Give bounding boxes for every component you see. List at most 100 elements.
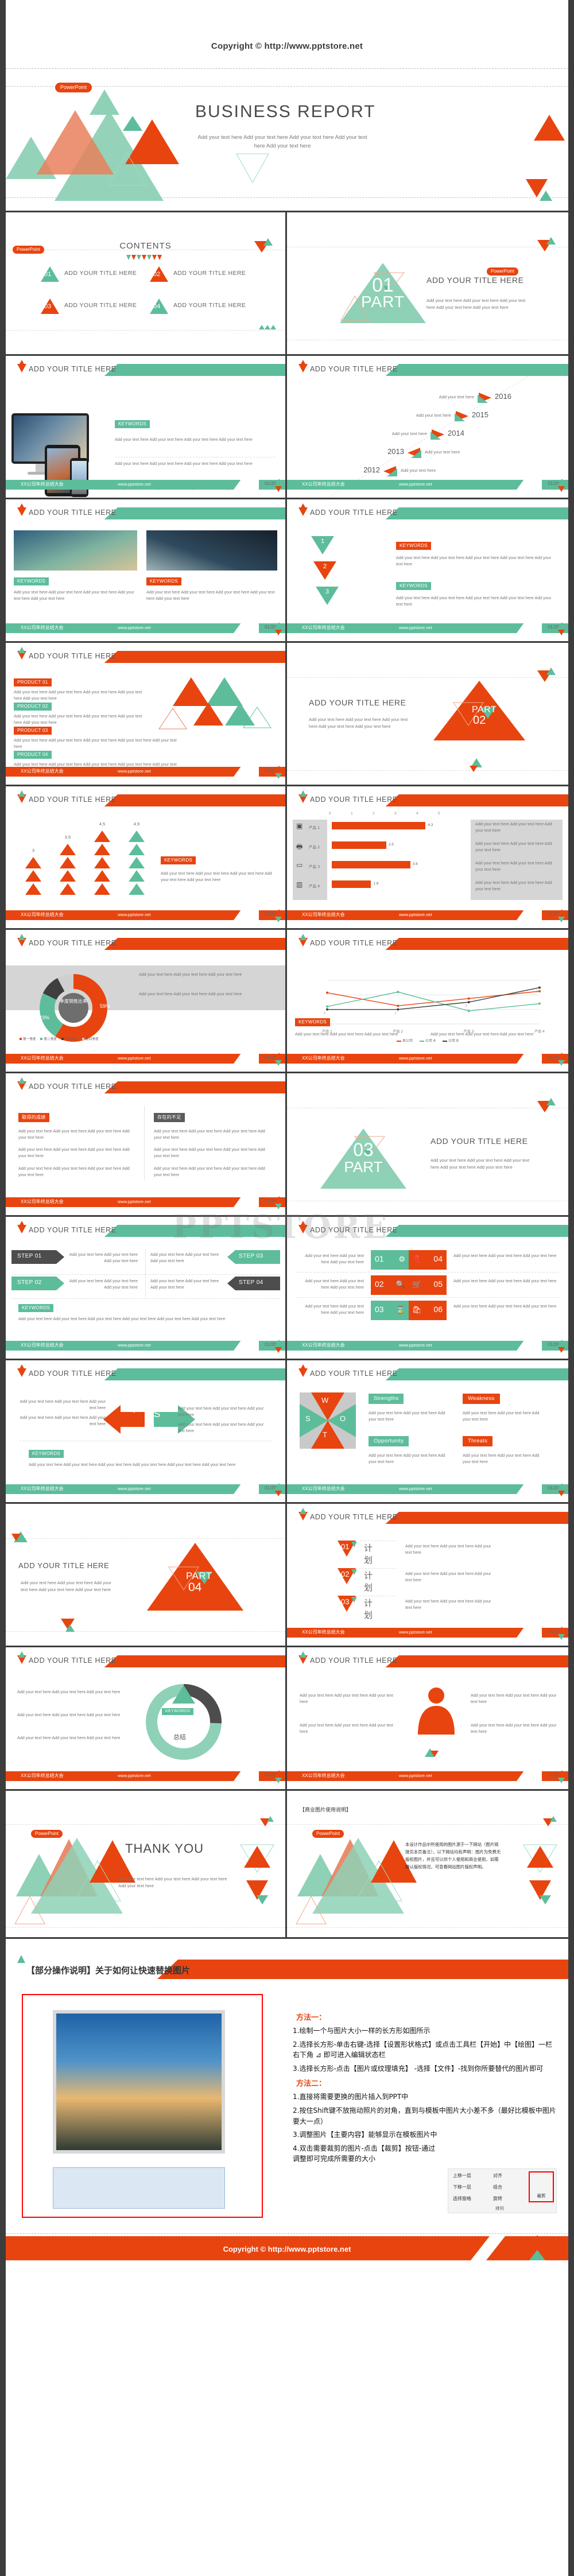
slide-footer: XX公司年终总结大会 www.pptstore.net 01/20 bbox=[287, 1340, 568, 1353]
bottom-copyright: Copyright © http://www.pptstore.net bbox=[223, 2245, 351, 2253]
balloon-icon: 🎈 bbox=[412, 1255, 422, 1263]
thankyou-title: THANK YOU bbox=[125, 1841, 204, 1856]
slide-donut-chart[interactable]: 02 ADD YOUR TITLE HERE 季度销售比率 59% 23% 10… bbox=[6, 930, 287, 1073]
timeline-point[interactable]: 2012 Add your text here bbox=[363, 465, 436, 480]
product-text: Add your text here Add your text here Ad… bbox=[14, 738, 177, 750]
achievement-text: Add your text here Add your text here Ad… bbox=[18, 1128, 130, 1140]
person-icon bbox=[418, 1687, 455, 1735]
sixgrid-left-cell[interactable]: 02 🔍 bbox=[371, 1275, 409, 1295]
sixgrid-right-cell[interactable]: 🎈 04 bbox=[409, 1250, 447, 1270]
timeline-arrow bbox=[455, 411, 468, 421]
slide-title: ADD YOUR TITLE HERE bbox=[310, 365, 398, 373]
slide-plans[interactable]: 04 ADD YOUR TITLE HERE 01 计划 Add your te… bbox=[287, 1504, 568, 1647]
contents-item[interactable]: 04 ADD YOUR TITLE HERE bbox=[149, 297, 246, 317]
slide-person[interactable]: 04 ADD YOUR TITLE HERE Add your text her… bbox=[287, 1647, 568, 1791]
footer-url: www.pptstore.net bbox=[399, 625, 432, 630]
slide-line-chart[interactable]: 02 ADD YOUR TITLE HERE 产品 1 产品 2 产品 3 产品 4本… bbox=[287, 930, 568, 1073]
footer-company: XX公司年终总结大会 bbox=[302, 1056, 345, 1061]
slide-pictograph-chart[interactable]: 02 ADD YOUR TITLE HERE 3 3.5 4.5 4.9 KEYWOR… bbox=[6, 786, 287, 930]
slide-swot[interactable]: 03 ADD YOUR TITLE HERE W S O T Strengths… bbox=[287, 1360, 568, 1504]
slide-six-grid[interactable]: 03 ADD YOUR TITLE HERE Add your text her… bbox=[287, 1217, 568, 1360]
ribbon-btn-5[interactable]: 旋转 bbox=[493, 2195, 502, 2202]
decor-triangle bbox=[259, 325, 265, 329]
sixgrid-right-cell[interactable]: 🛍 06 bbox=[409, 1301, 447, 1320]
slide-hbar-chart[interactable]: 02 ADD YOUR TITLE HERE 0 1 2 3 4 5 ▣ 产品 1 4.3 … bbox=[287, 786, 568, 930]
slide-contents[interactable]: PowerPoint CONTENTS 01 ADD YOUR TITLE HE… bbox=[6, 212, 287, 356]
slide-thank-you[interactable]: PowerPoint THANK YOU Add your text here … bbox=[6, 1791, 287, 1939]
numbered-triangle[interactable]: 2 bbox=[312, 560, 338, 584]
timeline-point[interactable]: 2013 Add your text here bbox=[387, 447, 460, 462]
donut-note: Add your text here Add your text here Ad… bbox=[139, 972, 242, 977]
instructions-title: 【部分操作说明】关于如何让快速替换图片 bbox=[26, 1965, 191, 1976]
slide-numbered-triangles[interactable]: 01 ADD YOUR TITLE HERE 1 2 3 KEYWORDS Ad… bbox=[287, 499, 568, 643]
plan-item[interactable]: 03 计划 Add your text here Add your text h… bbox=[336, 1595, 491, 1620]
slide-part-02[interactable]: ADD YOUR TITLE HERE Add your text here A… bbox=[287, 643, 568, 786]
timeline-point[interactable]: 2016 Add your text here bbox=[439, 391, 511, 407]
slide-title: ADD YOUR TITLE HERE bbox=[29, 796, 117, 804]
slide-timeline[interactable]: 01 ADD YOUR TITLE HERE 2016 Add your tex… bbox=[287, 356, 568, 499]
section-number: 02 bbox=[7, 1082, 17, 1092]
slide-steps[interactable]: 03 ADD YOUR TITLE HERE STEP 01 Add your t… bbox=[6, 1217, 287, 1360]
slide-header: 04 ADD YOUR TITLE HERE bbox=[287, 1508, 568, 1524]
slide-footer: XX公司年终总结大会 www.pptstore.net 01/20 bbox=[287, 1770, 568, 1783]
line-legend: 本公司 公司 A 公司 B bbox=[287, 1038, 568, 1043]
donut-legend-item: 第三季度 bbox=[61, 1037, 77, 1041]
notice-heading: 【商业图片使用说明】 bbox=[300, 1807, 352, 1813]
sixgrid-left-cell[interactable]: 01 ⚙ bbox=[371, 1250, 409, 1270]
hbar-category: 产品 3 bbox=[309, 864, 320, 869]
sixgrid-right-cell[interactable]: 🛒 05 bbox=[409, 1275, 447, 1295]
step-text: Add your text here Add your text here Ad… bbox=[69, 1252, 138, 1264]
slide-header: 02 ADD YOUR TITLE HERE bbox=[287, 934, 568, 951]
line-legend-item: 公司 B bbox=[443, 1039, 459, 1043]
hbar-note: Add your text here Add your text here Ad… bbox=[475, 880, 552, 892]
contents-item[interactable]: 03 ADD YOUR TITLE HERE bbox=[40, 297, 137, 317]
numbered-triangle[interactable]: 3 bbox=[315, 585, 340, 609]
timeline-point[interactable]: 2014 Add your text here bbox=[392, 428, 464, 444]
slide-part-03[interactable]: 03 PART ADD YOUR TITLE HERE Add your tex… bbox=[287, 1073, 568, 1217]
slide-header: 02 ADD YOUR TITLE HERE bbox=[6, 934, 285, 951]
slide-summary-ring[interactable]: 04 ADD YOUR TITLE HERE Add your text her… bbox=[6, 1647, 287, 1791]
slide-header: 01 ADD YOUR TITLE HERE bbox=[6, 503, 285, 520]
numbered-triangle[interactable]: 1 bbox=[310, 535, 335, 558]
hbar-xtick: 5 bbox=[438, 812, 440, 816]
plan-item[interactable]: 02 计划 Add your text here Add your text h… bbox=[336, 1567, 491, 1593]
contents-item[interactable]: 02 ADD YOUR TITLE HERE bbox=[149, 265, 246, 285]
vs-note: Add your text here Add your text here Ad… bbox=[29, 1462, 236, 1467]
step-item[interactable]: STEP 01 bbox=[11, 1250, 64, 1267]
slide-part-04[interactable]: Add your text here Add your text here Ad… bbox=[6, 1504, 287, 1647]
printer-icon: 🖶 bbox=[296, 843, 303, 851]
plan-item[interactable]: 01 计划 Add your text here Add your text h… bbox=[336, 1539, 491, 1565]
part-body: Add your text here Add your text here Ad… bbox=[309, 717, 408, 729]
footer-url: www.pptstore.net bbox=[118, 1199, 151, 1204]
step-item[interactable]: STEP 02 bbox=[11, 1277, 64, 1293]
slide-vs[interactable]: 03 ADD YOUR TITLE HERE V S Add your text… bbox=[6, 1360, 287, 1504]
slide-products[interactable]: 01 ADD YOUR TITLE HERE PRODUCT 01 Add yo… bbox=[6, 643, 287, 786]
slide-part-01[interactable]: 01 PART PowerPoint ADD YOUR TITLE HERE A… bbox=[287, 212, 568, 356]
decor-triangle bbox=[270, 325, 276, 329]
footer-company: XX公司年终总结大会 bbox=[21, 1486, 64, 1491]
step-item[interactable]: STEP 04 bbox=[227, 1277, 280, 1293]
section-number: 03 bbox=[288, 1225, 298, 1235]
footer-company: XX公司年终总结大会 bbox=[21, 1199, 64, 1204]
crop-button-highlight[interactable]: 裁剪 bbox=[529, 2171, 554, 2202]
slide-devices[interactable]: 01 ADD YOUR TITLE HERE KEYWORDS Add your… bbox=[6, 356, 287, 499]
hbar-bar bbox=[332, 861, 410, 868]
picto-unit bbox=[25, 870, 41, 882]
timeline-point[interactable]: 2015 Add your text here bbox=[416, 410, 488, 425]
slide-achievements[interactable]: 02 ADD YOUR TITLE HERE 取得的成绩 Add your te… bbox=[6, 1073, 287, 1217]
ribbon-btn-0[interactable]: 上移一层 bbox=[453, 2172, 471, 2179]
slide-cover[interactable]: PowerPoint BUSINESS REPORT Add your text… bbox=[6, 69, 568, 212]
ribbon-btn-3[interactable]: 对齐 bbox=[493, 2172, 502, 2179]
contents-item[interactable]: 01 ADD YOUR TITLE HERE bbox=[40, 265, 137, 285]
slide-image-notice[interactable]: 【商业图片使用说明】 PowerPoint 本设计作品中所使用的图片源于一下网站… bbox=[287, 1791, 568, 1939]
timeline-arrow bbox=[383, 466, 397, 476]
ribbon-btn-4[interactable]: 组合 bbox=[493, 2184, 502, 2190]
ribbon-btn-2[interactable]: 选择窗格 bbox=[453, 2195, 471, 2202]
step-item[interactable]: STEP 03 bbox=[227, 1250, 280, 1267]
line-value-label: 2 bbox=[324, 1011, 326, 1015]
sixgrid-left-number: 03 bbox=[375, 1305, 384, 1314]
footer-company: XX公司年终总结大会 bbox=[21, 912, 64, 917]
slide-two-photo[interactable]: 01 ADD YOUR TITLE HERE KEYWORDS KEYWORDS… bbox=[6, 499, 287, 643]
ribbon-btn-1[interactable]: 下移一层 bbox=[453, 2184, 471, 2190]
sixgrid-left-cell[interactable]: 03 ⌛ bbox=[371, 1301, 409, 1320]
